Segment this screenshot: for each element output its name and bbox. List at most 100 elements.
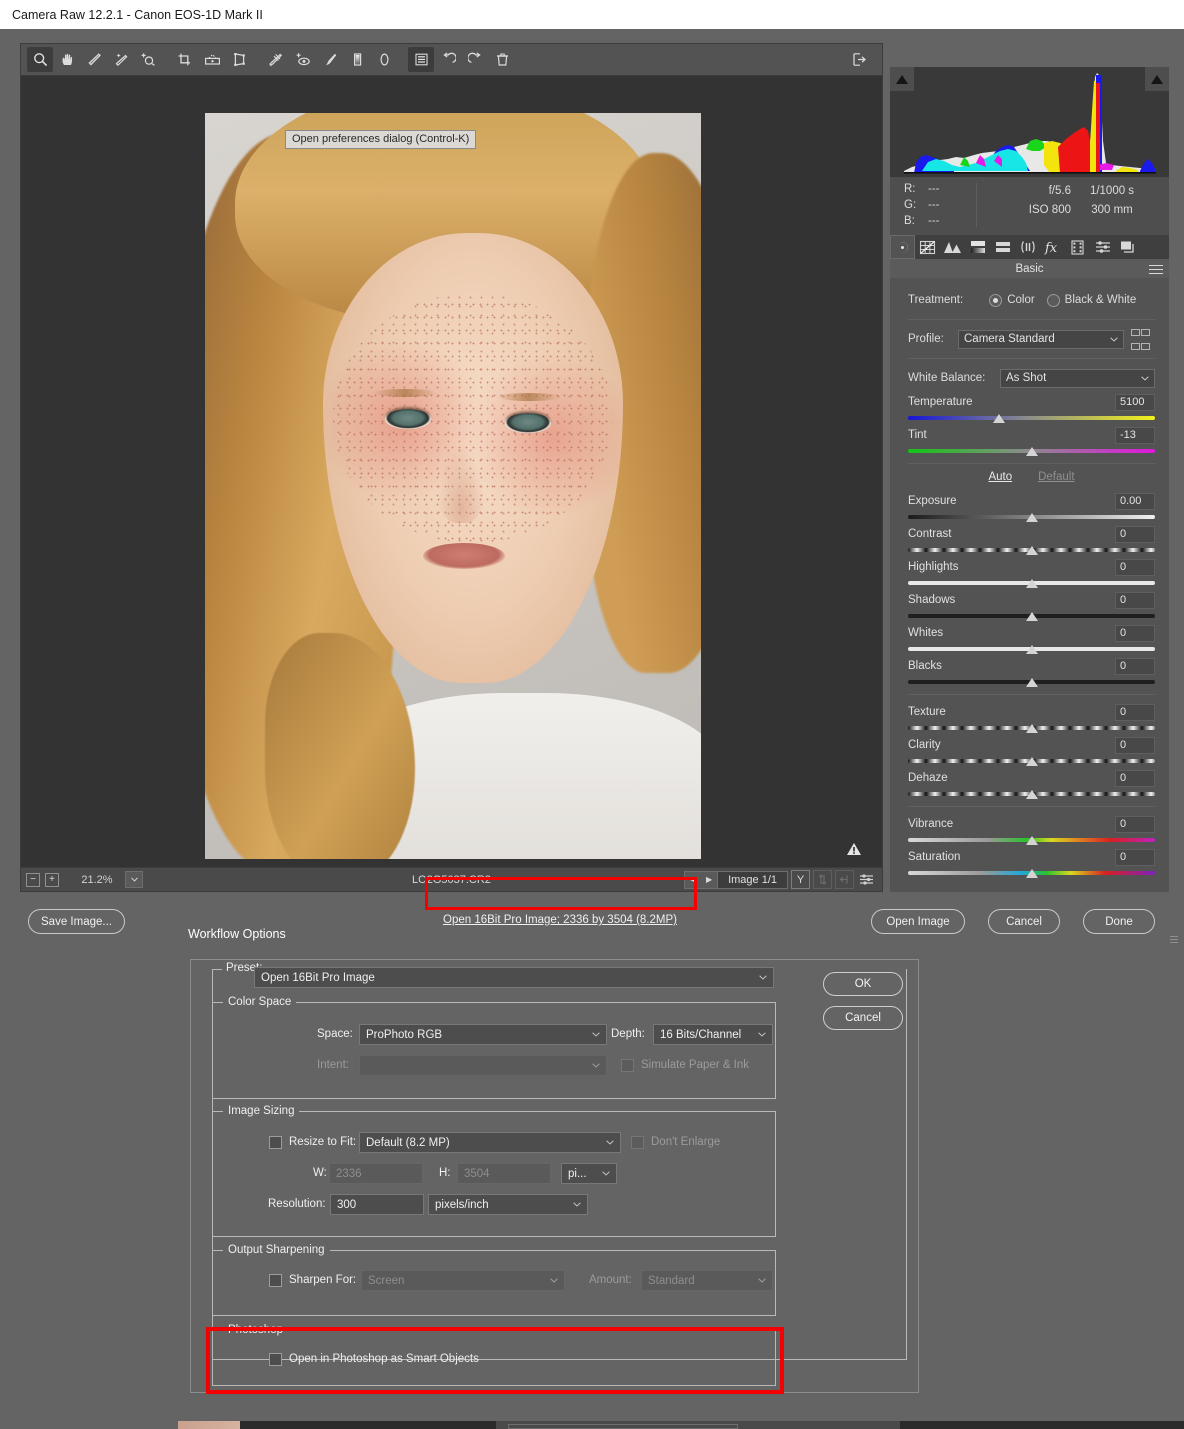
image-preview-canvas[interactable]: Open preferences dialog (Control-K) bbox=[20, 76, 883, 867]
profile-browser-grid-icon[interactable] bbox=[1131, 325, 1155, 353]
adjustment-brush-tool[interactable] bbox=[317, 47, 343, 72]
tab-snapshots[interactable] bbox=[1115, 235, 1140, 259]
slider-vibrance[interactable]: Vibrance 0 bbox=[908, 814, 1155, 845]
straighten-tool[interactable] bbox=[199, 47, 225, 72]
slider-value[interactable]: 0 bbox=[1115, 815, 1155, 833]
slider-thumb[interactable] bbox=[1025, 546, 1038, 555]
done-button[interactable]: Done bbox=[1083, 909, 1155, 934]
slider-thumb[interactable] bbox=[1025, 757, 1038, 766]
cancel-button[interactable]: Cancel bbox=[988, 909, 1060, 934]
slider-tint[interactable]: Tint -13 bbox=[908, 425, 1155, 456]
slider-track[interactable] bbox=[908, 413, 1155, 423]
preset-select[interactable]: Open 16Bit Pro Image bbox=[254, 967, 774, 988]
tab-lens-corrections[interactable] bbox=[1015, 235, 1040, 259]
graduated-filter-tool[interactable] bbox=[344, 47, 370, 72]
crop-tool[interactable] bbox=[172, 47, 198, 72]
slider-value[interactable]: 0 bbox=[1115, 769, 1155, 787]
rotate-left-tool[interactable] bbox=[435, 47, 461, 72]
slider-track[interactable] bbox=[908, 446, 1155, 456]
slider-temperature[interactable]: Temperature 5100 bbox=[908, 392, 1155, 423]
tab-effects[interactable]: fx bbox=[1040, 235, 1065, 259]
radio-color[interactable] bbox=[989, 293, 1003, 307]
toggle-filmstrip-tool[interactable] bbox=[846, 47, 872, 72]
slider-thumb[interactable] bbox=[1025, 790, 1038, 799]
slider-value[interactable]: 0 bbox=[1115, 558, 1155, 576]
rotate-right-tool[interactable] bbox=[462, 47, 488, 72]
height-input[interactable]: 3504 bbox=[457, 1163, 551, 1184]
panel-menu-icon[interactable] bbox=[1149, 262, 1163, 277]
slider-value[interactable]: 0 bbox=[1115, 591, 1155, 609]
dont-enlarge-checkbox[interactable] bbox=[631, 1136, 644, 1149]
slider-thumb[interactable] bbox=[1025, 447, 1038, 456]
tab-presets[interactable] bbox=[1090, 235, 1115, 259]
slider-value[interactable]: 0 bbox=[1115, 525, 1155, 543]
shadow-clipping-triangle-icon[interactable] bbox=[890, 67, 914, 91]
open-image-button[interactable]: Open Image bbox=[871, 909, 965, 934]
slider-track[interactable] bbox=[908, 789, 1155, 799]
slider-value[interactable]: 5100 bbox=[1115, 393, 1155, 411]
slider-thumb[interactable] bbox=[1025, 678, 1038, 687]
targeted-adjustment-tool[interactable] bbox=[135, 47, 161, 72]
slider-track[interactable] bbox=[908, 835, 1155, 845]
slider-track[interactable] bbox=[908, 644, 1155, 654]
slider-track[interactable] bbox=[908, 868, 1155, 878]
slider-value[interactable]: -13 bbox=[1115, 426, 1155, 444]
tab-tone-curve[interactable] bbox=[915, 235, 940, 259]
space-select[interactable]: ProPhoto RGB bbox=[359, 1024, 607, 1045]
histogram[interactable] bbox=[890, 67, 1169, 177]
sharpen-for-select[interactable]: Screen bbox=[361, 1270, 565, 1291]
red-eye-tool[interactable] bbox=[290, 47, 316, 72]
highlight-clipping-triangle-icon[interactable] bbox=[1145, 67, 1169, 91]
slider-track[interactable] bbox=[908, 545, 1155, 555]
slider-thumb[interactable] bbox=[1025, 513, 1038, 522]
intent-select[interactable] bbox=[359, 1055, 607, 1076]
tab-split-toning[interactable] bbox=[990, 235, 1015, 259]
zoom-tool[interactable] bbox=[27, 47, 53, 72]
slider-thumb[interactable] bbox=[993, 414, 1006, 423]
tab-hsl[interactable] bbox=[965, 235, 990, 259]
tab-detail[interactable] bbox=[940, 235, 965, 259]
slider-track[interactable] bbox=[908, 723, 1155, 733]
slider-highlights[interactable]: Highlights 0 bbox=[908, 557, 1155, 588]
white-balance-select[interactable]: As Shot bbox=[1000, 368, 1155, 388]
depth-select[interactable]: 16 Bits/Channel bbox=[653, 1024, 773, 1045]
tab-calibration[interactable] bbox=[1065, 235, 1090, 259]
raw-photo-preview[interactable] bbox=[205, 113, 701, 859]
delete-tool[interactable] bbox=[489, 47, 515, 72]
slider-texture[interactable]: Texture 0 bbox=[908, 702, 1155, 733]
slider-value[interactable]: 0 bbox=[1115, 624, 1155, 642]
profile-select[interactable]: Camera Standard bbox=[958, 329, 1124, 349]
slider-value[interactable]: 0 bbox=[1115, 848, 1155, 866]
slider-contrast[interactable]: Contrast 0 bbox=[908, 524, 1155, 555]
resize-to-fit-checkbox[interactable] bbox=[269, 1136, 282, 1149]
width-input[interactable]: 2336 bbox=[329, 1163, 423, 1184]
ok-button[interactable]: OK bbox=[823, 972, 903, 996]
resolution-unit-select[interactable]: pixels/inch bbox=[428, 1194, 588, 1215]
resolution-input[interactable]: 300 bbox=[330, 1194, 424, 1215]
default-link[interactable]: Default bbox=[1038, 471, 1074, 489]
amount-select[interactable]: Standard bbox=[641, 1270, 773, 1291]
slider-blacks[interactable]: Blacks 0 bbox=[908, 656, 1155, 687]
slider-value[interactable]: 0.00 bbox=[1115, 492, 1155, 510]
slider-thumb[interactable] bbox=[1025, 869, 1038, 878]
slider-shadows[interactable]: Shadows 0 bbox=[908, 590, 1155, 621]
hand-tool[interactable] bbox=[54, 47, 80, 72]
save-image-button[interactable]: Save Image... bbox=[28, 909, 125, 934]
slider-track[interactable] bbox=[908, 677, 1155, 687]
radial-filter-tool[interactable] bbox=[371, 47, 397, 72]
slider-thumb[interactable] bbox=[1025, 724, 1038, 733]
slider-thumb[interactable] bbox=[1025, 612, 1038, 621]
slider-track[interactable] bbox=[908, 512, 1155, 522]
slider-thumb[interactable] bbox=[1025, 579, 1038, 588]
treatment-color-radio[interactable]: Color bbox=[989, 293, 1035, 307]
white-balance-tool[interactable] bbox=[81, 47, 107, 72]
resize-to-fit-select[interactable]: Default (8.2 MP) bbox=[359, 1132, 621, 1153]
size-unit-select[interactable]: pi... bbox=[561, 1163, 617, 1184]
slider-dehaze[interactable]: Dehaze 0 bbox=[908, 768, 1155, 799]
slider-value[interactable]: 0 bbox=[1115, 736, 1155, 754]
treatment-bw-radio[interactable]: Black & White bbox=[1046, 293, 1136, 307]
slider-exposure[interactable]: Exposure 0.00 bbox=[908, 491, 1155, 522]
transform-tool[interactable] bbox=[226, 47, 252, 72]
workflow-options-link[interactable]: Open 16Bit Pro Image; 2336 by 3504 (8.2M… bbox=[440, 914, 680, 926]
dialog-cancel-button[interactable]: Cancel bbox=[823, 1006, 903, 1030]
